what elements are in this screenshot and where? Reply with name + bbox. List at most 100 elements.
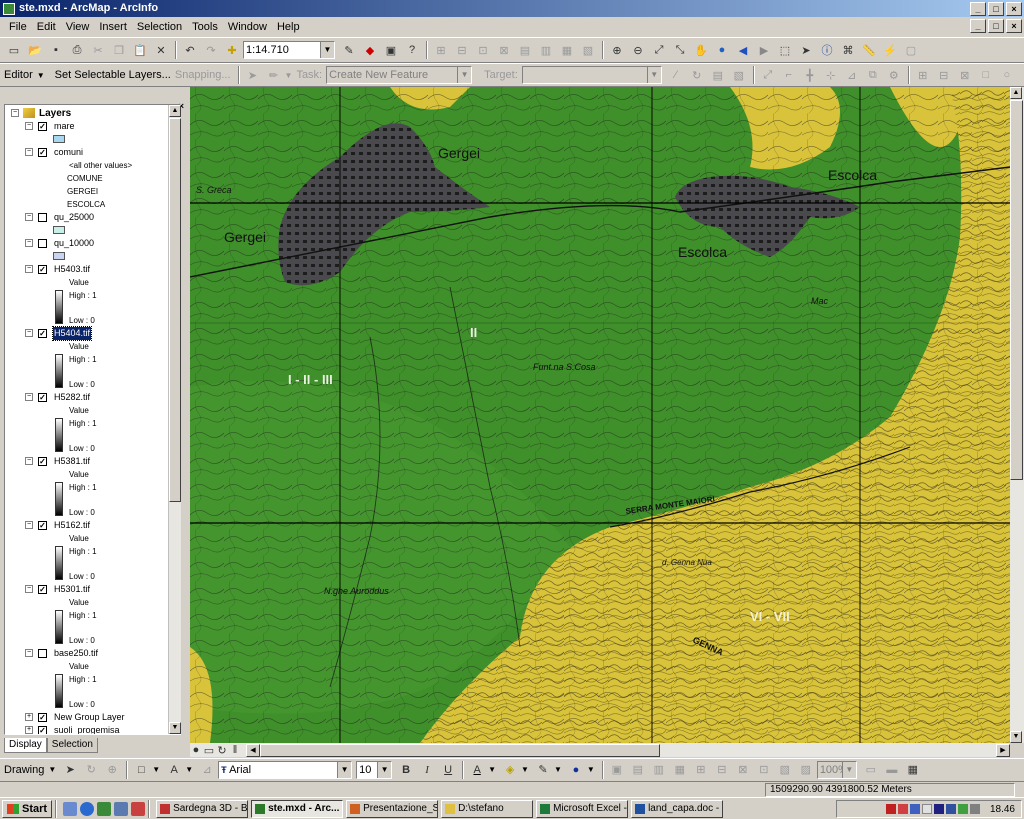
add-data-icon[interactable]: ✚ [222,40,242,60]
pdf-tray-icon[interactable] [897,804,908,814]
menu-file[interactable]: File [4,21,32,33]
sketch-tool-icon[interactable]: ✏ [264,65,284,85]
scroll-right-icon[interactable]: ▶ [996,743,1010,757]
select-elements-icon[interactable]: ➤ [796,40,816,60]
fix-topology-icon[interactable]: ⧉ [863,65,883,85]
data-view-icon[interactable]: ● [190,744,202,756]
full-extent-globe-icon[interactable]: ● [712,40,732,60]
map-canvas[interactable]: Gergei Gergei Escolca Escolca S. Greca I… [190,87,1010,743]
topology-edit-icon[interactable]: ⌐ [779,65,799,85]
whats-this-icon[interactable]: ? [402,40,422,60]
layer-visibility-checkbox[interactable]: ✓ [38,265,47,274]
error-inspector-icon[interactable]: ⚙ [884,65,904,85]
zoom-to-selected-icon[interactable]: ⊕ [102,760,122,780]
distribute-icon[interactable]: ⊟ [712,760,732,780]
taskbar-item-word[interactable]: land_capa.doc - ... [631,799,724,818]
split-tool-icon[interactable]: ⁄ [666,65,686,85]
fill-color-icon[interactable]: ◈ [500,760,520,780]
back-arrow-icon[interactable]: ◀ [733,40,753,60]
volume-icon[interactable] [921,804,932,814]
bring-to-front-icon[interactable]: ▥ [649,760,669,780]
zoom-layout-in-icon[interactable]: ▭ [861,760,881,780]
circle-icon[interactable]: ○ [997,65,1017,85]
expand-toggle-icon[interactable]: + [25,713,33,721]
marker-color-icon[interactable]: ● [566,760,586,780]
paste-icon[interactable]: 📋 [130,40,150,60]
task-combo[interactable]: Create New Feature ▼ [326,66,473,84]
hyperlink-icon[interactable]: ⚡ [880,40,900,60]
layer-visibility-checkbox[interactable]: ✓ [38,585,47,594]
taskbar-item-arcmap[interactable]: ste.mxd - Arc... [251,799,344,818]
expand-toggle-icon[interactable]: − [25,393,33,401]
layer-name[interactable]: New Group Layer [53,711,126,724]
scroll-left-icon[interactable]: ◀ [246,743,260,757]
font-color-icon[interactable]: A [467,760,487,780]
align-icon[interactable]: ⊞ [691,760,711,780]
drawing-menu[interactable]: Drawing [4,764,44,776]
measure-icon[interactable]: 📏 [859,40,879,60]
layer-name[interactable]: H5301.tif [53,583,91,596]
layer-name[interactable]: qu_10000 [53,237,95,250]
editor-toolbar-icon[interactable]: ✎ [339,40,359,60]
layer-name[interactable]: qu_25000 [53,211,95,224]
expand-toggle-icon[interactable]: + [25,726,33,734]
forward-arrow-icon[interactable]: ▶ [754,40,774,60]
rotate-icon[interactable]: ↻ [81,760,101,780]
map-scale-combo[interactable]: 1:14.710 ▼ [243,41,335,59]
network-icon[interactable] [909,804,920,814]
identify-icon[interactable]: ⓘ [817,40,837,60]
taskbar-item-powerpoint[interactable]: Presentazione_S... [346,799,439,818]
language-icon[interactable] [933,804,944,814]
layer-visibility-checkbox[interactable]: ✓ [38,713,47,722]
expand-toggle-icon[interactable]: − [25,649,33,657]
italic-icon[interactable]: I [417,760,437,780]
send-to-back-icon[interactable]: ▦ [670,760,690,780]
expand-toggle-icon[interactable]: − [25,239,33,247]
zoom-out-icon[interactable]: ⊖ [628,40,648,60]
close-button[interactable]: × [1006,2,1022,16]
collapse-icon[interactable]: − [11,109,19,117]
delete-icon[interactable]: ✕ [151,40,171,60]
layout-view-icon[interactable]: ▭ [203,744,215,757]
expand-toggle-icon[interactable]: − [25,457,33,465]
underline-icon[interactable]: U [438,760,458,780]
layer-visibility-checkbox[interactable]: ✓ [38,329,47,338]
toolbar-options-icon[interactable]: ▦ [903,760,923,780]
internet-explorer-icon[interactable] [80,801,95,816]
layer-name[interactable]: H5403.tif [53,263,91,276]
layout-pan-icon[interactable]: ⊡ [473,40,493,60]
taskbar-item-sardegna[interactable]: Sardegna 3D - B... [156,799,249,818]
html-popup-icon[interactable]: ▢ [901,40,921,60]
expand-toggle-icon[interactable]: − [25,521,33,529]
select-features-icon[interactable]: ⬚ [775,40,795,60]
refresh-icon[interactable]: ↻ [216,744,228,757]
snapping-button[interactable]: Snapping... [175,69,231,81]
layer-visibility-checkbox[interactable]: ✓ [38,393,47,402]
layer-name[interactable]: comuni [53,146,84,159]
toc-scrollbar[interactable]: ▲ ▼ [168,105,181,734]
group-icon[interactable]: ▣ [607,760,627,780]
editor-menu[interactable]: Editor [4,69,33,81]
new-document-icon[interactable]: ▭ [4,40,24,60]
map-horizontal-scrollbar[interactable]: ● ▭ ↻ ‖ ◀ ▶ [190,743,1010,757]
layer-visibility-checkbox[interactable] [38,649,47,658]
tab-display[interactable]: Display [4,738,47,753]
font-combo[interactable]: Ŧ Arial ▼ [218,760,353,779]
map-vertical-scrollbar[interactable]: ▲ ▼ [1010,87,1024,743]
command-line-icon[interactable]: ▣ [381,40,401,60]
toc-scroll-thumb[interactable] [169,118,181,502]
expand-toggle-icon[interactable]: − [25,122,33,130]
rotate-right-icon[interactable]: ⊡ [754,760,774,780]
layout-back-icon[interactable]: ▧ [578,40,598,60]
scroll-up-icon[interactable]: ▲ [1010,87,1022,99]
taskbar-item-explorer[interactable]: D:\stefano [441,799,534,818]
doc-restore-button[interactable]: □ [988,19,1004,33]
scroll-down-icon[interactable]: ▼ [169,722,181,734]
save-icon[interactable]: ▪ [46,40,66,60]
map-topology-icon[interactable]: ╋ [800,65,820,85]
fixed-zoom-in-icon[interactable]: ⤢ [649,40,669,60]
layer-visibility-checkbox[interactable]: ✓ [38,457,47,466]
layer-visibility-checkbox[interactable]: ✓ [38,521,47,530]
layout-fixed-zoom-in-icon[interactable]: ▥ [536,40,556,60]
doc-close-button[interactable]: × [1006,19,1022,33]
